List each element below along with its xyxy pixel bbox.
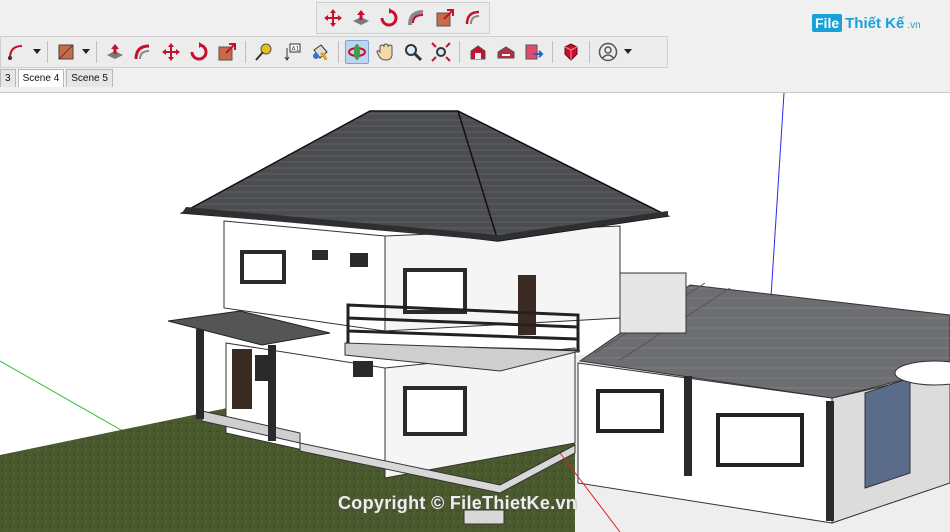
zoom-icon[interactable] [401,40,425,64]
warehouse-icon[interactable] [466,40,490,64]
toolbar-separator [47,41,48,63]
extension-manager-icon[interactable] [559,40,583,64]
rotate-icon[interactable] [187,40,211,64]
logo-suffix: .vn [907,19,921,31]
vent-window [353,361,373,377]
follow-me-icon[interactable] [405,6,429,30]
zoom-extents-icon[interactable] [429,40,453,64]
roof-terrace-wall [619,272,687,334]
tape-measure-icon[interactable] [252,40,276,64]
offset-icon[interactable] [461,6,485,30]
follow-me-icon[interactable] [131,40,155,64]
rectangle-dropdown-icon[interactable] [82,40,90,64]
arc-dropdown-icon[interactable] [33,40,41,64]
logo-text: Thiết Kế [845,14,905,32]
account-dropdown-icon[interactable] [624,40,632,64]
toolbar-separator [552,41,553,63]
annex-column [826,401,834,521]
layout-send-icon[interactable] [522,40,546,64]
main-toolbar: A1 [0,36,668,68]
annex-column [684,376,692,476]
scene-tab-3[interactable]: 3 [0,69,16,87]
toolbar-separator [459,41,460,63]
rectangle-icon[interactable] [54,40,78,64]
vent-window [350,253,368,267]
annex-window-glass [600,393,660,429]
scale-icon[interactable] [215,40,239,64]
upper-window-glass [407,272,463,310]
railing-rail [347,329,579,341]
model-scene [0,93,950,532]
move-icon[interactable] [159,40,183,64]
extension-warehouse-icon[interactable] [494,40,518,64]
entry-door [232,349,252,409]
porch-column [196,329,204,419]
account-icon[interactable] [596,40,620,64]
porch-column [268,345,276,441]
text-icon[interactable]: A1 [280,40,304,64]
scene-tab-5[interactable]: Scene 5 [66,69,113,87]
orbit-icon[interactable] [345,40,369,64]
scene-tab-4[interactable]: Scene 4 [17,69,65,87]
move-icon[interactable] [321,6,345,30]
scale-icon[interactable] [433,6,457,30]
arc-icon[interactable] [5,40,29,64]
toolbar-area: File Thiết Kế .vn A1 3 Scene 4 Scene 5 [0,0,950,92]
toolbar-separator [338,41,339,63]
svg-text:A1: A1 [292,46,300,53]
side-window [255,355,269,381]
drawing-viewport[interactable] [0,92,950,532]
paint-bucket-icon[interactable] [308,40,332,64]
pan-icon[interactable] [373,40,397,64]
toolbar-separator [589,41,590,63]
rotate-icon[interactable] [377,6,401,30]
toolbar-separator [245,41,246,63]
upper-window-glass [244,254,282,280]
push-pull-icon[interactable] [349,6,373,30]
ground-window-glass [407,390,463,432]
roller-door [864,377,911,489]
vent-window [312,250,328,260]
site-logo: File Thiết Kế .vn [812,14,921,32]
annex-window-glass [720,417,800,463]
edit-toolbar [316,2,490,34]
scene-tabs: 3 Scene 4 Scene 5 [0,69,115,87]
push-pull-icon[interactable] [103,40,127,64]
logo-badge: File [812,14,843,32]
toolbar-separator [96,41,97,63]
copyright-watermark: Copyright © FileThietKe.vn [338,493,578,513]
